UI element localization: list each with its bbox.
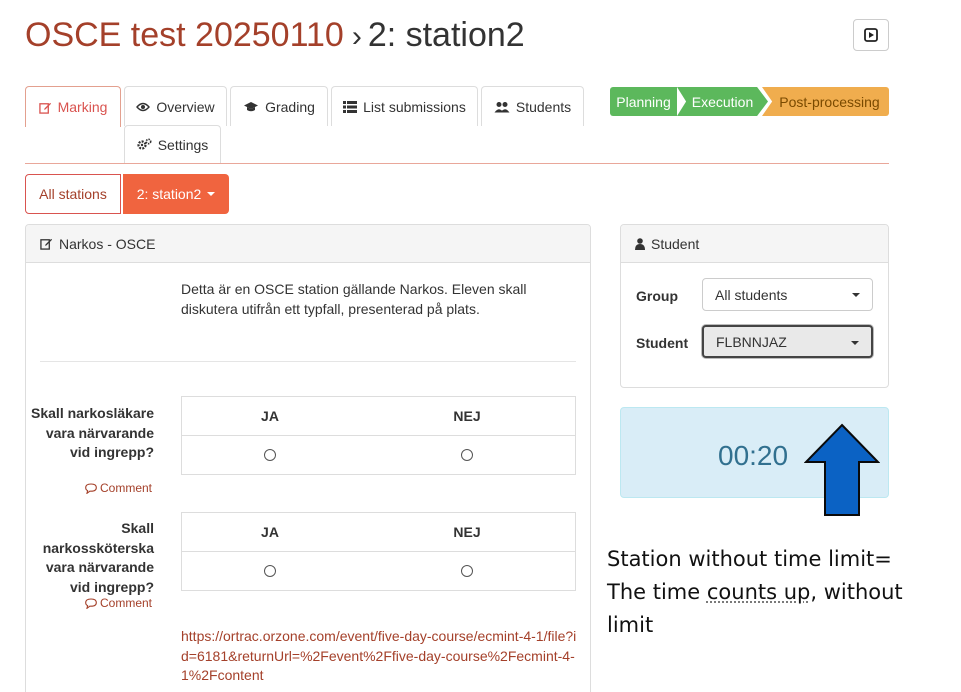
student-select[interactable]: FLBNNJAZ (702, 325, 873, 358)
phase-post-processing[interactable]: Post-processing (762, 87, 889, 116)
arrow-up-icon (804, 423, 880, 517)
file-link[interactable]: https://ortrac.orzone.com/event/five-day… (181, 627, 581, 686)
station-title: 2: station2 (368, 16, 525, 54)
radio-nej[interactable] (461, 449, 473, 461)
option-nej-header: NEJ (453, 408, 480, 424)
annotation-line: Station without time limit= (607, 543, 952, 576)
caret-down-icon (851, 341, 859, 345)
tab-label: List submissions (363, 99, 466, 115)
graduation-cap-icon (243, 101, 259, 113)
users-icon (494, 101, 510, 113)
answer-table: JA NEJ (181, 396, 576, 475)
answer-header-row (182, 513, 575, 552)
panel-divider (40, 361, 576, 362)
annotation-fragment-underlined: counts up (707, 580, 811, 604)
page-title: OSCE test 20250110 › 2: station2 (25, 16, 525, 55)
comment-label: Comment (100, 481, 152, 495)
title-separator: › (352, 20, 362, 53)
annotation-fragment: , without (810, 580, 902, 604)
marking-panel-title: Narkos - OSCE (59, 236, 155, 252)
student-panel-title: Student (651, 236, 699, 252)
tab-overview[interactable]: Overview (124, 86, 227, 126)
timer-value: 00:20 (718, 440, 788, 472)
annotation-line: limit (607, 609, 952, 642)
phase-execution[interactable]: Execution (677, 87, 768, 116)
station-dropdown-label: 2: station2 (137, 186, 202, 202)
group-select[interactable]: All students (702, 278, 873, 311)
answer-table: JA NEJ (181, 512, 576, 591)
student-panel-heading: Student (621, 225, 888, 263)
tab-label: Overview (156, 99, 214, 115)
question-text: Skall narkosläkare vara närvarande vid i… (24, 404, 154, 463)
present-button[interactable] (853, 19, 889, 51)
phase-planning[interactable]: Planning (610, 87, 677, 116)
radio-ja[interactable] (264, 565, 276, 577)
option-ja-header: JA (261, 408, 279, 424)
group-label: Group (636, 288, 678, 304)
option-ja-header: JA (261, 524, 279, 540)
tab-settings[interactable]: Settings (124, 125, 221, 163)
student-label: Student (636, 335, 688, 351)
tab-label: Marking (58, 99, 108, 115)
question-text: Skall narkossköterska vara närvarande vi… (24, 519, 154, 597)
tab-list-submissions[interactable]: List submissions (331, 86, 478, 126)
user-icon (635, 238, 645, 250)
tab-grading[interactable]: Grading (230, 86, 328, 126)
list-icon (343, 101, 357, 113)
annotation-text: Station without time limit= The time cou… (607, 543, 952, 642)
station-dropdown-button[interactable]: 2: station2 (123, 174, 229, 214)
student-select-value: FLBNNJAZ (716, 334, 787, 350)
edit-icon (40, 237, 53, 250)
comment-link[interactable]: Comment (22, 481, 152, 495)
option-nej-header: NEJ (453, 524, 480, 540)
all-stations-button[interactable]: All stations (25, 174, 121, 214)
comment-icon (85, 598, 97, 609)
tab-students[interactable]: Students (481, 86, 584, 126)
annotation-fragment: The time (607, 580, 707, 604)
eye-icon (136, 102, 150, 112)
comment-link[interactable]: Comment (22, 596, 152, 610)
radio-nej[interactable] (461, 565, 473, 577)
tab-marking[interactable]: Marking (25, 86, 121, 127)
caret-down-icon (207, 192, 215, 196)
tab-label: Students (516, 99, 571, 115)
comment-label: Comment (100, 596, 152, 610)
play-square-icon (864, 28, 878, 42)
tab-label: Settings (158, 137, 209, 153)
cogs-icon (137, 138, 152, 151)
comment-icon (85, 483, 97, 494)
edit-icon (39, 101, 52, 114)
group-select-value: All students (715, 287, 787, 303)
marking-panel-heading: Narkos - OSCE (26, 225, 590, 263)
station-description: Detta är en OSCE station gällande Narkos… (181, 279, 541, 319)
tab-bar-underline (25, 163, 889, 164)
tab-label: Grading (265, 99, 315, 115)
course-title: OSCE test 20250110 (25, 16, 344, 54)
caret-down-icon (852, 293, 860, 297)
radio-ja[interactable] (264, 449, 276, 461)
annotation-line: The time counts up, without (607, 576, 952, 609)
answer-header-row (182, 397, 575, 436)
